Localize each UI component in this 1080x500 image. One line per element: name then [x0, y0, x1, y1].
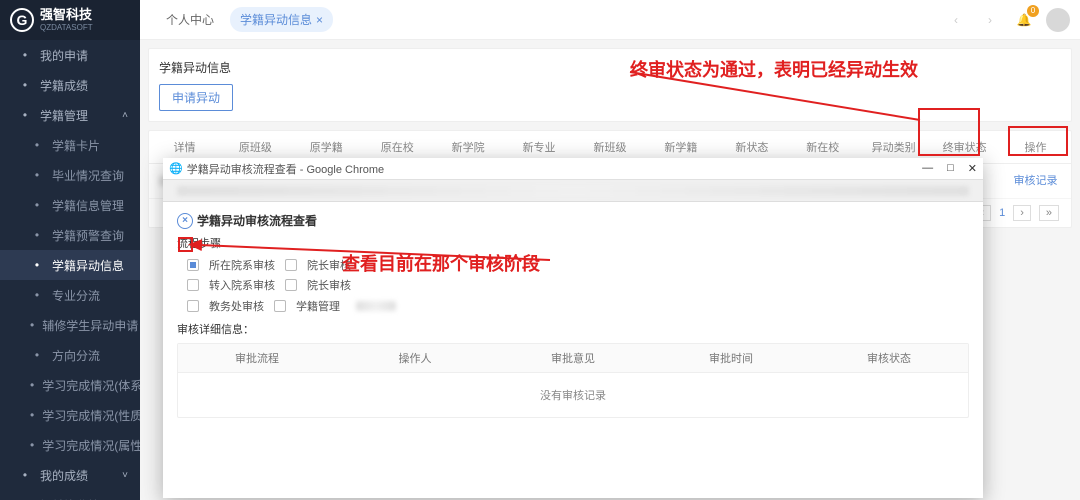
- chevron-icon: ˅: [122, 470, 128, 481]
- nav-icon: •: [30, 408, 34, 422]
- annotation-box-status: [918, 108, 980, 156]
- nav-icon: •: [30, 378, 34, 392]
- topbar: 个人中心 学籍异动信息 × ‹ › 🔔0: [140, 0, 1080, 40]
- panel-title: 学籍异动信息: [159, 59, 1061, 76]
- dth-4: 审核状态: [810, 344, 968, 372]
- close-tab-icon[interactable]: ×: [316, 13, 323, 27]
- nav-icon: •: [30, 288, 44, 302]
- nav-grad[interactable]: •毕业情况查询: [0, 160, 140, 190]
- dialog-chrome: 🌐 学籍异动审核流程查看 - Google Chrome — □ ✕: [163, 158, 983, 180]
- pager-page[interactable]: 1: [999, 207, 1005, 219]
- window-close-icon[interactable]: ✕: [968, 162, 977, 175]
- nav-major[interactable]: •专业分流: [0, 280, 140, 310]
- nav-icon: •: [30, 348, 44, 362]
- nav-early[interactable]: •提前毕业管理˅: [0, 490, 140, 500]
- nav-right-icon[interactable]: ›: [978, 8, 1002, 32]
- step-radio[interactable]: [187, 300, 199, 312]
- nav-warn[interactable]: •学籍预警查询: [0, 220, 140, 250]
- nav-sys3[interactable]: •学习完成情况(属性): [0, 430, 140, 460]
- apply-button[interactable]: 申请异动: [159, 84, 233, 111]
- pager-last[interactable]: »: [1039, 205, 1059, 221]
- nav-change[interactable]: •学籍异动信息: [0, 250, 140, 280]
- step-row-0: 所在院系审核院长审核: [187, 257, 969, 273]
- dialog-table: 审批流程操作人审批意见审批时间审核状态 没有审核记录: [177, 343, 969, 418]
- dth-2: 审批意见: [494, 344, 652, 372]
- nav-sys2[interactable]: •学习完成情况(性质): [0, 400, 140, 430]
- nav-icon: •: [18, 78, 32, 92]
- annotation-top: 终审状态为通过，表明已经异动生效: [630, 56, 918, 82]
- dialog-empty: 没有审核记录: [178, 373, 968, 417]
- nav-xueji[interactable]: •学籍管理˄: [0, 100, 140, 130]
- dialog-title: 学籍异动审核流程查看: [197, 212, 317, 229]
- nav-icon: •: [18, 108, 32, 122]
- dialog: 🌐 学籍异动审核流程查看 - Google Chrome — □ ✕ × 学籍异…: [163, 158, 983, 498]
- step-radio[interactable]: [285, 259, 297, 271]
- nav-icon: •: [30, 318, 34, 332]
- nav-xueji-info[interactable]: •学籍信息管理: [0, 190, 140, 220]
- logo-sub: QZDATASOFT: [40, 23, 93, 32]
- nav-icon: •: [30, 138, 44, 152]
- maximize-icon[interactable]: □: [947, 162, 954, 175]
- pager-next[interactable]: ›: [1013, 205, 1031, 221]
- step-radio[interactable]: [274, 300, 286, 312]
- nav-icon: •: [30, 198, 44, 212]
- step-radio[interactable]: [285, 279, 297, 291]
- bell-icon[interactable]: 🔔0: [1012, 8, 1036, 32]
- logo-icon: G: [10, 8, 34, 32]
- step-radio[interactable]: [187, 279, 199, 291]
- annotation-mid: 查看目前在那个审核阶段: [342, 250, 540, 276]
- dth-1: 操作人: [336, 344, 494, 372]
- section-detail: 审核详细信息：: [177, 321, 969, 337]
- nav-dir[interactable]: •方向分流: [0, 340, 140, 370]
- globe-icon: 🌐: [169, 162, 183, 175]
- nav-card[interactable]: •学籍卡片: [0, 130, 140, 160]
- nav-icon: •: [30, 228, 44, 242]
- dialog-url: [163, 180, 983, 202]
- nav-left-icon[interactable]: ‹: [944, 8, 968, 32]
- annotation-box-step: [178, 237, 193, 252]
- nav-sys1[interactable]: •学习完成情况(体系): [0, 370, 140, 400]
- annotation-box-action: [1008, 126, 1068, 156]
- logo-brand: 强智科技: [40, 8, 93, 22]
- dialog-window-title: 学籍异动审核流程查看 - Google Chrome: [187, 161, 384, 177]
- dialog-title-row: × 学籍异动审核流程查看: [177, 212, 969, 229]
- chevron-icon: ˄: [122, 110, 128, 121]
- nav-score[interactable]: •我的成绩˅: [0, 460, 140, 490]
- active-tab[interactable]: 学籍异动信息 ×: [230, 7, 333, 32]
- logo: G 强智科技 QZDATASOFT: [0, 0, 140, 40]
- minimize-icon[interactable]: —: [922, 162, 933, 175]
- nav-icon: •: [18, 48, 32, 62]
- audit-record-link[interactable]: 审核记录: [1014, 175, 1058, 187]
- dth-3: 审批时间: [652, 344, 810, 372]
- nav-my-app[interactable]: •我的申请: [0, 40, 140, 70]
- step-row-1: 转入院系审核院长审核: [187, 277, 969, 293]
- home-tab[interactable]: 个人中心: [156, 7, 224, 32]
- nav-icon: •: [30, 168, 44, 182]
- section-steps: 流程步骤: [177, 235, 969, 251]
- nav-grades[interactable]: •学籍成绩: [0, 70, 140, 100]
- step-row-2: 教务处审核学籍管理: [187, 297, 969, 315]
- nav-icon: •: [30, 258, 44, 272]
- nav-minor[interactable]: •辅修学生异动申请: [0, 310, 140, 340]
- nav-icon: •: [18, 468, 32, 482]
- td-12: 审核记录: [1000, 164, 1071, 198]
- avatar[interactable]: [1046, 8, 1070, 32]
- dth-0: 审批流程: [178, 344, 336, 372]
- dialog-close-icon[interactable]: ×: [177, 213, 193, 229]
- sidebar: G 强智科技 QZDATASOFT •我的申请•学籍成绩•学籍管理˄•学籍卡片•…: [0, 0, 140, 500]
- nav-icon: •: [30, 438, 34, 452]
- step-radio[interactable]: [187, 259, 199, 271]
